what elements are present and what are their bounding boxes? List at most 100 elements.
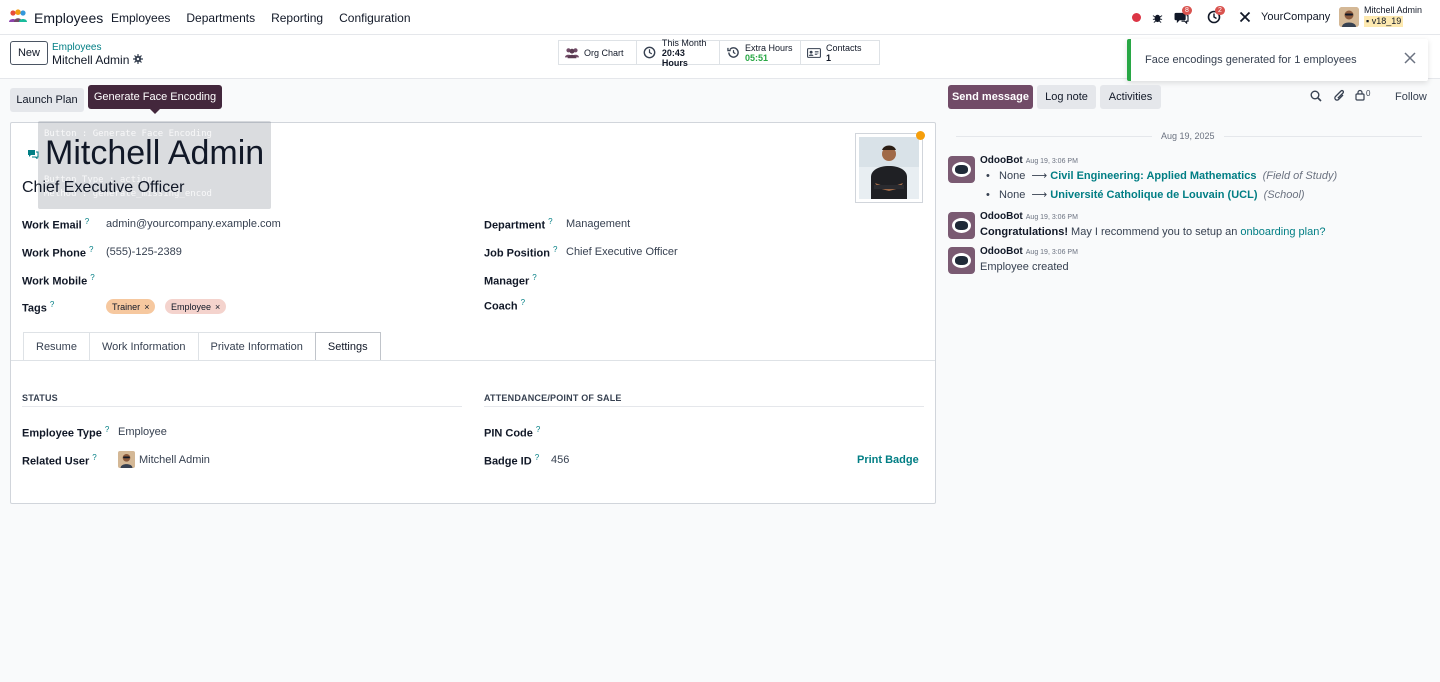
work-email-field[interactable]: admin@yourcompany.example.com — [106, 218, 281, 230]
related-user-field[interactable]: Mitchell Admin — [118, 451, 210, 468]
odoobot-avatar[interactable] — [948, 212, 975, 239]
message-author: OdooBot Aug 19, 3:06 PM — [980, 246, 1078, 257]
follow-button[interactable]: Follow — [1395, 91, 1427, 103]
odoobot-avatar[interactable] — [948, 247, 975, 274]
onboarding-plan-link[interactable]: onboarding plan? — [1240, 226, 1325, 238]
messages-count-badge: 8 — [1182, 6, 1192, 15]
tab-work-information[interactable]: Work Information — [88, 332, 198, 361]
tools-icon[interactable] — [1237, 8, 1253, 26]
badge-id-field[interactable]: 456 — [551, 454, 569, 466]
contacts-value: 1 — [826, 52, 832, 63]
extra-hours-label: Extra Hours — [745, 42, 793, 53]
help-icon[interactable]: ? — [521, 298, 525, 307]
followers-button[interactable]: 0 — [1355, 89, 1370, 104]
related-user-name: Mitchell Admin — [139, 453, 210, 466]
menu-reporting[interactable]: Reporting — [271, 11, 323, 25]
work-mobile-field[interactable] — [106, 270, 446, 288]
org-chart-label: Org Chart — [584, 47, 624, 58]
job-position-field[interactable]: Chief Executive Officer — [566, 246, 678, 258]
tab-resume[interactable]: Resume — [23, 332, 89, 361]
bullet-icon: • — [986, 189, 990, 201]
message-author: OdooBot Aug 19, 3:06 PM — [980, 155, 1078, 166]
messages-icon[interactable]: 8 — [1172, 6, 1192, 26]
launch-plan-button[interactable]: Launch Plan — [10, 88, 84, 112]
user-menu[interactable]: Mitchell Admin ▪ v18_19 — [1364, 5, 1422, 27]
help-icon[interactable]: ? — [92, 453, 96, 462]
menu-departments[interactable]: Departments — [186, 11, 255, 25]
employee-photo[interactable] — [855, 133, 923, 203]
work-mobile-label: Work Mobile? — [22, 273, 95, 288]
recording-dot-icon[interactable] — [1130, 8, 1142, 26]
department-field[interactable]: Management — [566, 218, 630, 230]
help-icon[interactable]: ? — [548, 217, 552, 226]
tracking-change-item: • None ⟶ Université Catholique de Louvai… — [986, 188, 1305, 201]
org-chart-icon — [565, 46, 579, 60]
employee-type-label: Employee Type? — [22, 425, 110, 440]
tag-employee[interactable]: Employee × — [165, 299, 227, 314]
new-value: Université Catholique de Louvain (UCL) — [1050, 189, 1258, 201]
activities-button[interactable]: Activities — [1100, 85, 1161, 109]
tab-private-information[interactable]: Private Information — [197, 332, 315, 361]
presence-chat-icon[interactable] — [27, 148, 39, 162]
close-icon[interactable] — [1404, 51, 1416, 69]
message-timestamp: Aug 19, 3:06 PM — [1025, 249, 1078, 256]
search-icon[interactable] — [1310, 90, 1322, 105]
coach-field[interactable] — [566, 295, 906, 313]
user-avatar — [118, 451, 135, 468]
remove-tag-icon[interactable]: × — [215, 302, 220, 312]
company-switcher[interactable]: YourCompany — [1261, 11, 1330, 23]
pin-code-field[interactable] — [551, 422, 921, 440]
database-badge: ▪ v18_19 — [1364, 16, 1404, 27]
activities-count-badge: 2 — [1215, 6, 1225, 15]
help-icon[interactable]: ? — [532, 273, 536, 282]
generate-face-encoding-tooltip[interactable]: Generate Face Encoding — [88, 85, 222, 114]
message-body: Congratulations! May I recommend you to … — [980, 226, 1325, 238]
paperclip-icon[interactable] — [1333, 89, 1346, 106]
old-value: None — [999, 170, 1026, 182]
tag-label: Trainer — [112, 301, 141, 312]
employee-type-field[interactable]: Employee — [118, 426, 167, 438]
contacts-smart-button[interactable]: Contacts 1 — [800, 40, 880, 65]
odoobot-avatar[interactable] — [948, 156, 975, 183]
extra-hours-smart-button[interactable]: Extra Hours 05:51 — [719, 40, 801, 65]
gear-icon[interactable] — [133, 53, 144, 67]
help-icon[interactable]: ? — [105, 425, 109, 434]
breadcrumb-parent[interactable]: Employees — [52, 42, 101, 53]
extra-hours-value: 05:51 — [745, 52, 769, 63]
manager-field[interactable] — [566, 270, 906, 288]
this-month-smart-button[interactable]: This Month 20:43 Hours — [636, 38, 720, 68]
log-note-button[interactable]: Log note — [1037, 85, 1096, 109]
contacts-label: Contacts — [826, 42, 862, 53]
remove-tag-icon[interactable]: × — [144, 302, 149, 312]
user-avatar[interactable] — [1339, 7, 1359, 27]
print-badge-button[interactable]: Print Badge — [857, 454, 919, 466]
tab-settings[interactable]: Settings — [314, 332, 381, 361]
app-brand[interactable]: Employees — [8, 9, 103, 26]
bug-icon[interactable] — [1150, 8, 1164, 26]
help-icon[interactable]: ? — [536, 425, 540, 434]
work-phone-field[interactable]: (555)-125-2389 — [106, 246, 182, 258]
help-icon[interactable]: ? — [50, 300, 54, 309]
help-icon[interactable]: ? — [89, 245, 93, 254]
message-timestamp: Aug 19, 3:06 PM — [1025, 214, 1078, 221]
send-message-button[interactable]: Send message — [948, 85, 1033, 109]
menu-configuration[interactable]: Configuration — [339, 11, 410, 25]
help-icon[interactable]: ? — [553, 245, 557, 254]
help-icon[interactable]: ? — [90, 273, 94, 282]
org-chart-smart-button[interactable]: Org Chart — [558, 40, 637, 65]
badge-id-label: Badge ID? — [484, 453, 540, 468]
database-name: v18_19 — [1371, 16, 1402, 26]
breadcrumb-current: Mitchell Admin — [52, 53, 144, 67]
pin-code-label: PIN Code? — [484, 425, 541, 440]
new-button[interactable]: New — [10, 41, 48, 65]
old-value: None — [999, 189, 1026, 201]
help-icon[interactable]: ? — [535, 453, 539, 462]
menu-employees[interactable]: Employees — [111, 11, 170, 25]
tag-trainer[interactable]: Trainer × — [106, 299, 156, 314]
coach-label: Coach? — [484, 298, 526, 313]
activities-clock-icon[interactable]: 2 — [1205, 6, 1225, 26]
section-divider — [22, 406, 462, 407]
employee-name[interactable]: Mitchell Admin — [45, 134, 264, 173]
help-icon[interactable]: ? — [85, 217, 89, 226]
employee-job-title[interactable]: Chief Executive Officer — [22, 179, 184, 197]
